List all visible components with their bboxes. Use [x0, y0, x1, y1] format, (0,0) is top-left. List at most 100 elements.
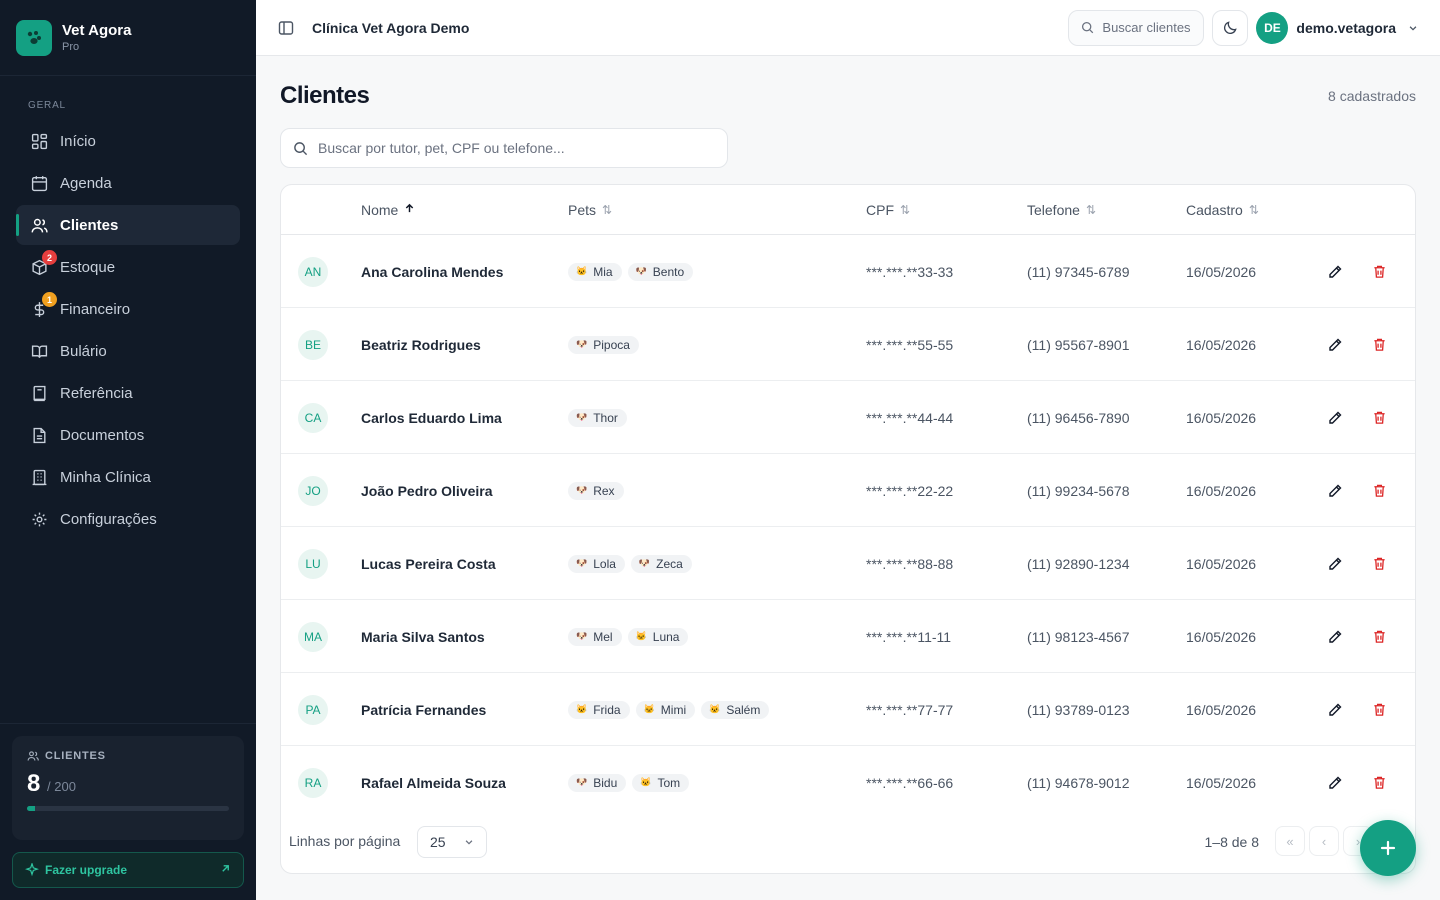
trash-icon[interactable] [1369, 773, 1389, 793]
client-cpf: ***.***.**33-33 [866, 263, 954, 280]
client-name[interactable]: Carlos Eduardo Lima [361, 410, 502, 426]
client-created-date: 16/05/2026 [1186, 336, 1257, 353]
rows-per-page-value: 25 [430, 834, 446, 850]
trash-icon[interactable] [1369, 627, 1389, 647]
column-header-created[interactable]: Cadastro ⇅ [1186, 202, 1259, 218]
trash-icon[interactable] [1369, 335, 1389, 355]
client-initials: LU [298, 548, 328, 579]
previous-page-button[interactable]: ‹ [1309, 826, 1339, 856]
client-name[interactable]: Ana Carolina Mendes [361, 264, 503, 280]
pet-chip[interactable]: 🐶 Pipoca [568, 335, 639, 354]
client-name[interactable]: Maria Silva Santos [361, 629, 485, 645]
sidebar-item-calendar[interactable]: Agenda [16, 163, 240, 203]
edit-icon[interactable] [1325, 262, 1345, 282]
pet-chip[interactable]: 🐱 Mimi [635, 700, 696, 719]
table-row[interactable]: JO João Pedro Oliveira 🐶 Rex ***.***.**22… [281, 454, 1415, 527]
trash-icon[interactable] [1369, 481, 1389, 501]
user-name: demo.vetagora [1296, 19, 1396, 36]
edit-icon[interactable] [1325, 481, 1345, 501]
table-row[interactable]: BE Beatriz Rodrigues 🐶 Pipoca ***.***.**5… [281, 308, 1415, 381]
sidebar-item-users[interactable]: Clientes [16, 205, 240, 245]
client-name[interactable]: João Pedro Oliveira [361, 483, 493, 499]
dashboard-icon [30, 132, 48, 150]
client-name[interactable]: Patrícia Fernandes [361, 702, 486, 718]
upgrade-label: Fazer upgrade [45, 863, 128, 877]
box-icon: 2 [30, 250, 57, 276]
client-name[interactable]: Rafael Almeida Souza [361, 775, 506, 791]
column-header-cpf[interactable]: CPF ⇅ [866, 202, 910, 218]
sidebar-item-book-open[interactable]: Bulário [16, 331, 240, 371]
edit-icon[interactable] [1325, 554, 1345, 574]
table-row[interactable]: MA Maria Silva Santos 🐶 Mel 🐱 Luna ***.***.… [281, 600, 1415, 673]
sidebar-item-box[interactable]: 2 Estoque [16, 247, 240, 287]
pet-chip[interactable]: 🐶 Zeca [630, 554, 692, 573]
trash-icon[interactable] [1369, 554, 1389, 574]
edit-icon[interactable] [1325, 627, 1345, 647]
client-search-input[interactable]: Buscar por tutor, pet, CPF ou telefone..… [280, 128, 728, 168]
top-search-button[interactable]: Buscar clientes [1068, 9, 1205, 46]
pet-name: Luna [652, 629, 680, 644]
column-label-name: Nome [361, 202, 399, 218]
sidebar-item-gear[interactable]: Configurações [16, 499, 240, 539]
table-row[interactable]: AN Ana Carolina Mendes 🐱 Mia 🐶 Bento ***.**… [281, 235, 1415, 308]
pet-chip[interactable]: 🐱 Frida [568, 700, 630, 719]
pet-chip[interactable]: 🐶 Bidu [568, 773, 627, 792]
theme-toggle-button[interactable] [1212, 9, 1249, 46]
edit-icon[interactable] [1325, 773, 1345, 793]
trash-icon[interactable] [1369, 700, 1389, 720]
chevron-down-icon [464, 837, 474, 847]
client-name[interactable]: Beatriz Rodrigues [361, 337, 481, 353]
trash-icon[interactable] [1369, 262, 1389, 282]
pet-chip[interactable]: 🐶 Bento [627, 262, 694, 281]
first-page-button[interactable]: « [1275, 826, 1305, 856]
pet-chip[interactable]: 🐶 Mel [568, 627, 622, 646]
client-created-date: 16/05/2026 [1186, 482, 1257, 499]
sidebar-item-book[interactable]: Referência [16, 373, 240, 413]
edit-icon[interactable] [1325, 408, 1345, 428]
rows-per-page-select[interactable]: 25 [417, 826, 487, 858]
cat-icon: 🐱 [640, 777, 652, 787]
client-name[interactable]: Lucas Pereira Costa [361, 556, 496, 572]
column-header-name[interactable]: Nome [361, 202, 415, 218]
sidebar-item-label: Documentos [60, 426, 145, 444]
sidebar-item-building[interactable]: Minha Clínica [16, 457, 240, 497]
pet-chip[interactable]: 🐶 Rex [568, 481, 624, 500]
sidebar-item-label: Início [60, 132, 96, 150]
add-client-button[interactable] [1360, 820, 1416, 876]
pet-name: Lola [593, 556, 616, 571]
edit-icon[interactable] [1325, 700, 1345, 720]
sidebar-item-file[interactable]: Documentos [16, 415, 240, 455]
dog-icon: 🐶 [576, 631, 588, 641]
column-label-cpf: CPF [866, 202, 894, 218]
user-menu[interactable]: DE demo.vetagora [1256, 11, 1418, 44]
upgrade-button[interactable]: Fazer upgrade [12, 852, 244, 888]
pet-name: Rex [593, 483, 615, 498]
brand[interactable]: Vet Agora Pro [0, 0, 256, 76]
table-row[interactable]: LU Lucas Pereira Costa 🐶 Lola 🐶 Zeca ***.**… [281, 527, 1415, 600]
pet-chip[interactable]: 🐱 Tom [632, 773, 690, 792]
sidebar-item-label: Financeiro [60, 300, 131, 318]
column-header-pets[interactable]: Pets ⇅ [568, 202, 612, 218]
edit-icon[interactable] [1325, 335, 1345, 355]
gear-icon [30, 510, 48, 528]
trash-icon[interactable] [1369, 408, 1389, 428]
dog-icon: 🐶 [638, 558, 651, 568]
client-cpf: ***.***.**66-66 [866, 774, 954, 791]
pet-chip[interactable]: 🐱 Salém [701, 700, 770, 719]
sidebar-item-dashboard[interactable]: Início [16, 121, 240, 161]
pet-chip[interactable]: 🐶 Thor [568, 408, 627, 427]
table-row[interactable]: PA Patrícia Fernandes 🐱 Frida 🐱 Mimi 🐱 Salém … [281, 673, 1415, 746]
table-row[interactable]: RA Rafael Almeida Souza 🐶 Bidu 🐱 Tom ***.**… [281, 746, 1415, 819]
building-icon [30, 468, 48, 486]
sidebar-item-label: Estoque [60, 258, 116, 276]
pet-chip[interactable]: 🐱 Mia [568, 262, 622, 281]
usage-count: 8 [27, 770, 41, 797]
table-row[interactable]: CA Carlos Eduardo Lima 🐶 Thor ***.***.**4… [281, 381, 1415, 454]
client-created-date: 16/05/2026 [1186, 409, 1257, 426]
pet-name: Thor [593, 410, 618, 425]
pet-chip[interactable]: 🐶 Lola [568, 554, 625, 573]
pet-chip[interactable]: 🐱 Luna [627, 627, 689, 646]
column-header-phone[interactable]: Telefone ⇅ [1027, 202, 1096, 218]
sidebar-item-dollar[interactable]: 1 Financeiro [16, 289, 240, 329]
sidebar-toggle-icon[interactable] [278, 20, 294, 36]
